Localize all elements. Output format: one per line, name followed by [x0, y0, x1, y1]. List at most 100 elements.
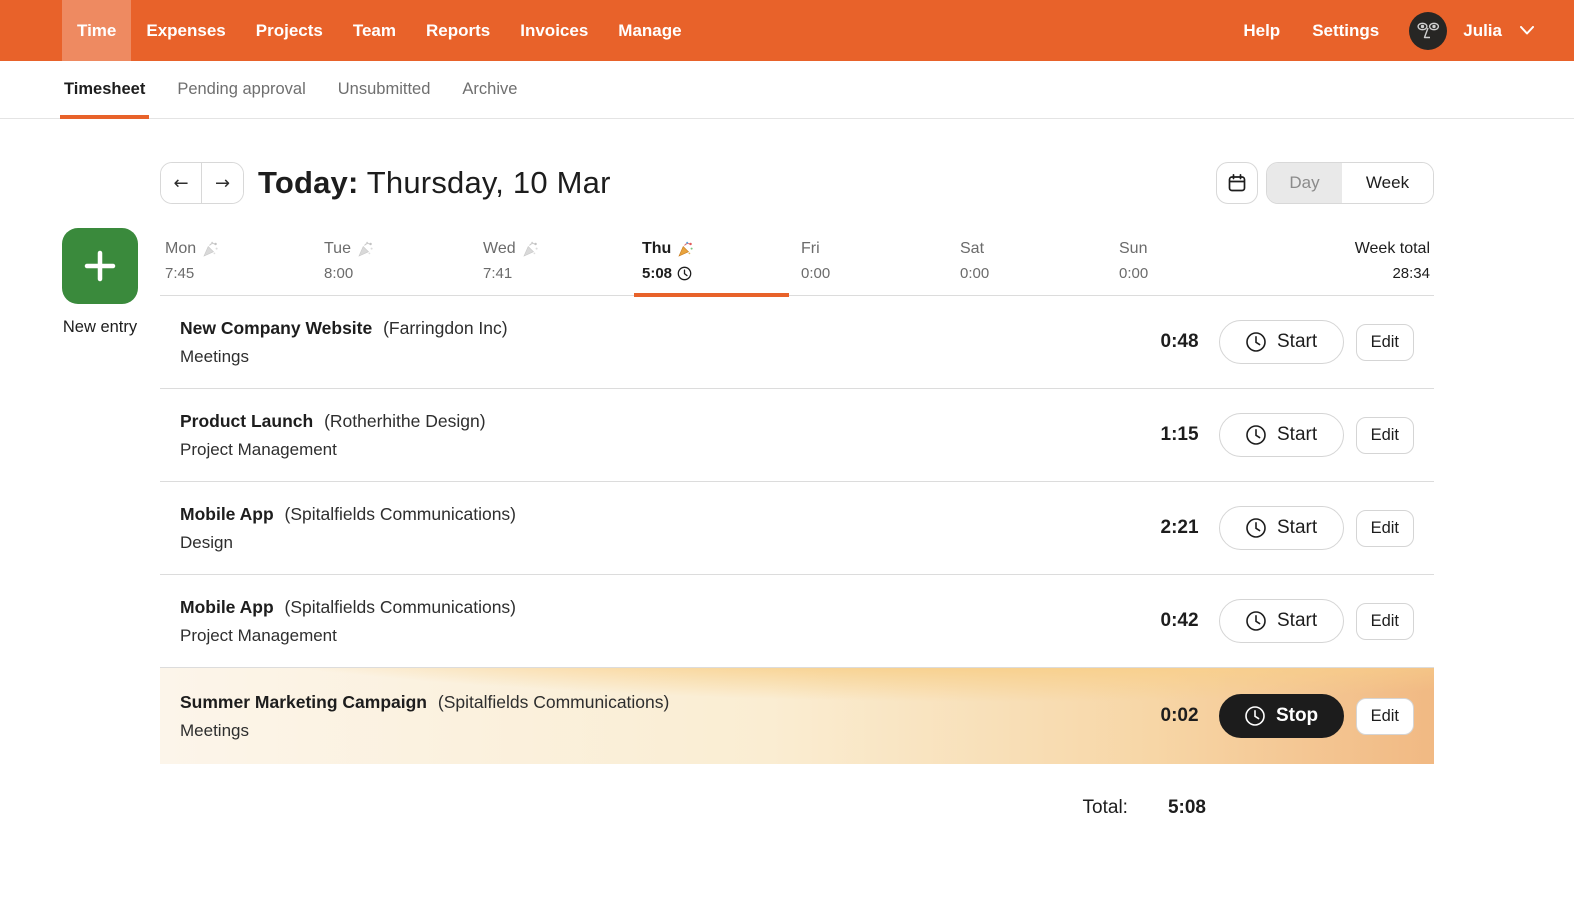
day-total-hours: 5:08 — [642, 265, 672, 282]
settings-link[interactable]: Settings — [1302, 21, 1389, 41]
week-total-label: Week total — [1355, 240, 1430, 258]
party-popper-icon — [357, 241, 374, 258]
tab-pending-approval[interactable]: Pending approval — [175, 61, 307, 118]
entry-client-name: (Spitalfields Communications) — [285, 504, 516, 524]
day-total: Total: 5:08 — [160, 797, 1434, 819]
start-timer-button[interactable]: Start — [1219, 413, 1344, 457]
day-total-value: 5:08 — [1168, 797, 1206, 819]
entry-task-name: Meetings — [180, 721, 1119, 741]
timesheet-tabs: Timesheet Pending approval Unsubmitted A… — [0, 61, 1574, 119]
entry-time-value: 0:48 — [1119, 331, 1199, 353]
edit-entry-button[interactable]: Edit — [1356, 510, 1414, 547]
edit-entry-button[interactable]: Edit — [1356, 603, 1414, 640]
entry-project-name: Mobile App — [180, 504, 274, 524]
clock-icon — [1245, 331, 1267, 353]
edit-entry-button[interactable]: Edit — [1356, 417, 1414, 454]
day-name: Tue — [324, 240, 351, 258]
nav-item-time[interactable]: Time — [62, 0, 131, 61]
time-entry-row: Mobile App (Spitalfields Communications)… — [160, 575, 1434, 668]
help-link[interactable]: Help — [1233, 21, 1290, 41]
entry-client-name: (Rotherhithe Design) — [324, 411, 485, 431]
week-day-column[interactable]: Wed 7:41 — [483, 240, 642, 282]
party-popper-icon — [522, 241, 539, 258]
tab-timesheet[interactable]: Timesheet — [62, 61, 147, 118]
week-day-header: Mon 7:45 — [160, 234, 1434, 296]
timer-button-label: Stop — [1276, 705, 1318, 727]
entry-task-name: Meetings — [180, 347, 1119, 367]
week-day-column[interactable]: Sat 0:00 — [960, 240, 1119, 282]
chevron-down-icon[interactable] — [1520, 26, 1534, 35]
day-total-hours: 0:00 — [801, 265, 830, 282]
nav-item-invoices[interactable]: Invoices — [505, 0, 603, 61]
stop-timer-button[interactable]: Stop — [1219, 694, 1344, 738]
date-nav-arrows: ← → — [160, 162, 244, 204]
timer-button-label: Start — [1277, 424, 1317, 446]
page-title-date: Thursday, 10 Mar — [367, 165, 611, 200]
next-day-button[interactable]: → — [202, 163, 243, 203]
entry-time-value: 1:15 — [1119, 424, 1199, 446]
day-name: Wed — [483, 240, 516, 258]
tab-archive[interactable]: Archive — [460, 61, 519, 118]
day-name: Thu — [642, 240, 671, 258]
entry-time-value: 2:21 — [1119, 517, 1199, 539]
entry-project-name: Summer Marketing Campaign — [180, 692, 427, 712]
top-nav: Time Expenses Projects Team Reports Invo… — [0, 0, 1574, 61]
day-total-hours: 0:00 — [960, 265, 989, 282]
nav-item-expenses[interactable]: Expenses — [131, 0, 240, 61]
nav-item-team[interactable]: Team — [338, 0, 411, 61]
day-total-label: Total: — [1083, 797, 1128, 819]
running-clock-icon — [677, 266, 692, 281]
edit-entry-button[interactable]: Edit — [1356, 698, 1414, 735]
nav-item-projects[interactable]: Projects — [241, 0, 338, 61]
day-total-hours: 8:00 — [324, 265, 353, 282]
start-timer-button[interactable]: Start — [1219, 320, 1344, 364]
top-nav-items: Time Expenses Projects Team Reports Invo… — [62, 0, 697, 61]
day-week-toggle: Day Week — [1266, 162, 1434, 204]
week-day-column[interactable]: Tue 8:00 — [324, 240, 483, 282]
day-total-hours: 7:45 — [165, 265, 194, 282]
entry-time-value: 0:42 — [1119, 610, 1199, 632]
user-avatar[interactable] — [1409, 12, 1447, 50]
week-day-column[interactable]: Mon 7:45 — [165, 240, 324, 282]
toggle-week-button[interactable]: Week — [1342, 163, 1433, 203]
party-popper-icon — [202, 241, 219, 258]
time-entry-row: Product Launch (Rotherhithe Design) Proj… — [160, 389, 1434, 482]
week-day-column[interactable]: Thu 5:08 — [642, 240, 801, 282]
week-day-column[interactable]: Sun 0:00 — [1119, 240, 1278, 282]
page-title-prefix: Today: — [258, 165, 359, 200]
clock-icon — [1245, 517, 1267, 539]
time-entry-row: Mobile App (Spitalfields Communications)… — [160, 482, 1434, 575]
new-entry-button[interactable] — [62, 228, 138, 304]
clock-icon — [1245, 424, 1267, 446]
toggle-day-button[interactable]: Day — [1267, 163, 1342, 203]
day-name: Sat — [960, 240, 984, 258]
entry-client-name: (Spitalfields Communications) — [438, 692, 669, 712]
entry-project-name: New Company Website — [180, 318, 372, 338]
calendar-icon — [1226, 172, 1248, 194]
entry-project-name: Mobile App — [180, 597, 274, 617]
user-name[interactable]: Julia — [1463, 21, 1502, 41]
day-name: Sun — [1119, 240, 1147, 258]
start-timer-button[interactable]: Start — [1219, 599, 1344, 643]
nav-item-reports[interactable]: Reports — [411, 0, 505, 61]
time-entry-row: Summer Marketing Campaign (Spitalfields … — [160, 668, 1434, 764]
calendar-picker-button[interactable] — [1216, 162, 1258, 204]
nav-item-manage[interactable]: Manage — [603, 0, 696, 61]
new-entry-label: New entry — [62, 318, 138, 337]
time-entry-list: New Company Website (Farringdon Inc) Mee… — [160, 296, 1434, 764]
day-name: Mon — [165, 240, 196, 258]
day-total-hours: 0:00 — [1119, 265, 1148, 282]
clock-icon — [1244, 705, 1266, 727]
week-day-column[interactable]: Fri 0:00 — [801, 240, 960, 282]
edit-entry-button[interactable]: Edit — [1356, 324, 1414, 361]
start-timer-button[interactable]: Start — [1219, 506, 1344, 550]
timer-button-label: Start — [1277, 331, 1317, 353]
entry-task-name: Project Management — [180, 440, 1119, 460]
previous-day-button[interactable]: ← — [161, 163, 202, 203]
week-total-value: 28:34 — [1355, 265, 1430, 282]
entry-client-name: (Spitalfields Communications) — [285, 597, 516, 617]
entry-client-name: (Farringdon Inc) — [383, 318, 508, 338]
day-total-hours: 7:41 — [483, 265, 512, 282]
tab-unsubmitted[interactable]: Unsubmitted — [336, 61, 433, 118]
timer-button-label: Start — [1277, 610, 1317, 632]
